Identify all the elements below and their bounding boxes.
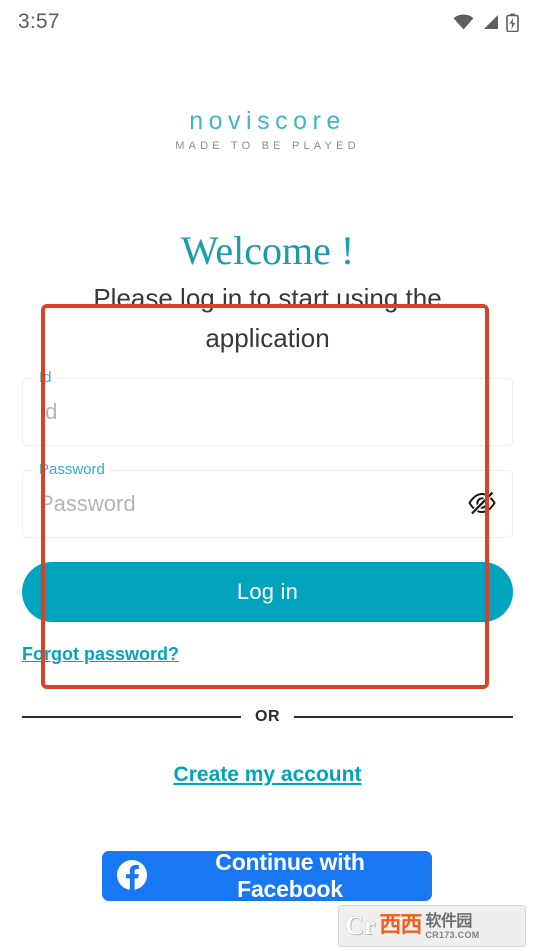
status-bar: 3:57 (0, 0, 535, 44)
login-form: Id Password Log in Forgot password? (22, 369, 513, 665)
password-input[interactable] (23, 471, 512, 537)
watermark-mark: Cr (345, 911, 376, 940)
forgot-password-link[interactable]: Forgot password? (22, 644, 179, 665)
eye-off-icon (467, 490, 497, 519)
watermark-logo: Cr 西西 软件园 CR173.COM (338, 905, 526, 947)
watermark-name: 西西 (379, 913, 422, 938)
watermark-suffix: 软件园 (425, 910, 472, 930)
create-account-link[interactable]: Create my account (174, 763, 362, 786)
facebook-button-label: Continue with Facebook (215, 849, 365, 902)
status-icon-group (453, 13, 519, 32)
password-visibility-toggle[interactable] (462, 484, 502, 524)
divider-label: OR (255, 708, 280, 725)
brand-name: noviscore (189, 107, 346, 135)
continue-with-facebook-button[interactable]: Continue with Facebook (102, 849, 432, 902)
login-button[interactable]: Log in (22, 562, 513, 622)
battery-charging-icon (506, 13, 519, 32)
divider-rule-left (22, 716, 241, 718)
page-title: Welcome ! (180, 228, 355, 273)
status-clock: 3:57 (18, 10, 60, 33)
id-field-wrapper[interactable]: Id (22, 369, 513, 446)
brand-logo: noviscore MADE TO BE PLAYED (0, 108, 535, 153)
brand-tagline: MADE TO BE PLAYED (175, 140, 360, 152)
watermark-text-group: 软件园 CR173.COM (425, 910, 480, 940)
create-account-row: Create my account (0, 763, 535, 787)
password-field-wrapper[interactable]: Password (22, 461, 513, 538)
facebook-icon (116, 859, 148, 894)
divider-rule-right (294, 716, 513, 718)
or-divider: OR (22, 708, 513, 726)
phone-screen: 3:57 noviscore MADE TO BE PLAYED Welcome… (0, 0, 535, 951)
cell-signal-icon (481, 14, 499, 30)
watermark-url: CR173.COM (425, 929, 480, 940)
wifi-icon (453, 14, 474, 30)
id-input[interactable] (23, 379, 512, 445)
page-subtitle: Please log in to start using the applica… (93, 283, 442, 353)
